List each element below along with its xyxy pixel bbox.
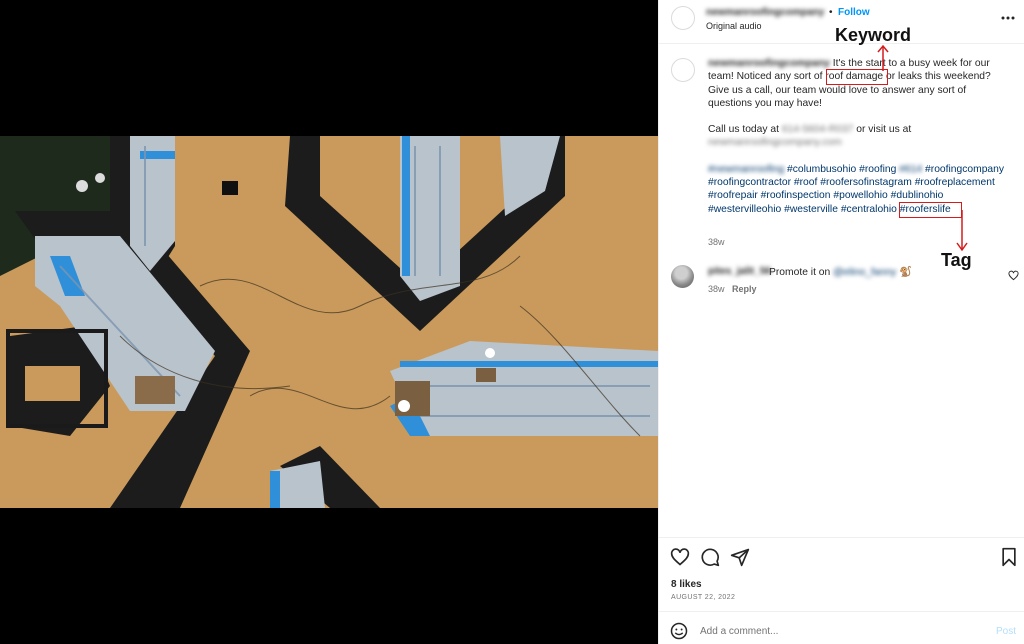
hashtag-link[interactable]: #columbusohio (787, 164, 856, 175)
roof-aerial-frame (0, 136, 658, 508)
caption-phone: 614-5604-R037 (781, 124, 854, 136)
caption-website: newmanroofingcompany.com (708, 137, 842, 149)
arrow-up-icon (877, 44, 889, 71)
heart-icon[interactable] (670, 547, 690, 567)
hashtag-link[interactable]: #roofing (859, 164, 896, 175)
follow-button[interactable]: Follow (838, 7, 870, 18)
comment-text: Promote it on @elino_fanny 🐒 (769, 265, 912, 278)
hashtag-link[interactable]: #roofingcompany (925, 164, 1004, 175)
hashtag-link-centralohio[interactable]: #centralohio (841, 204, 897, 215)
post-comment-button[interactable]: Post (996, 626, 1016, 637)
comment-body: Promote it on (769, 267, 834, 278)
separator-dot: • (829, 7, 833, 18)
audio-label[interactable]: Original audio (706, 21, 762, 31)
comment-mention[interactable]: @elino_fanny (833, 267, 896, 278)
hashtag-link[interactable]: #614 (899, 164, 922, 175)
media-pane (0, 0, 658, 644)
hashtag-link[interactable]: #newmanroofing (708, 164, 784, 175)
keyword-annotation-label: Keyword (835, 25, 912, 45)
comment-reply-button[interactable]: Reply (732, 284, 757, 294)
author-avatar[interactable] (671, 6, 695, 30)
caption-call-prefix: Call us today at (708, 124, 782, 136)
divider (659, 611, 1024, 612)
hashtag-link[interactable]: #roofingcontractor (708, 177, 791, 188)
commenter-avatar[interactable] (671, 265, 694, 288)
caption-author-avatar[interactable] (671, 58, 695, 82)
comment-emoji: 🐒 (899, 267, 912, 278)
post-video[interactable] (0, 136, 658, 508)
hashtag-list: #newmanroofing #columbusohio #roofing #6… (708, 163, 1008, 216)
paper-plane-icon[interactable] (730, 547, 750, 567)
hashtag-link[interactable]: #roofinspection (761, 190, 831, 201)
likes-count[interactable]: 8 likes (671, 579, 702, 590)
more-horizontal-icon[interactable] (999, 9, 1017, 27)
arrow-down-icon (956, 210, 968, 252)
caption-author[interactable]: newmanroofingcompany (708, 58, 830, 69)
divider (659, 537, 1024, 538)
heart-icon[interactable] (1008, 270, 1019, 281)
add-comment-input[interactable] (700, 622, 970, 640)
comment-bubble-icon[interactable] (700, 547, 720, 567)
hashtag-link[interactable]: #roofreplacement (915, 177, 995, 188)
hashtag-link[interactable]: #westerville (784, 204, 838, 215)
caption-timestamp[interactable]: 38w (708, 237, 725, 247)
caption-visit-text: or visit us at (853, 124, 912, 136)
hashtag-link[interactable]: #roofersofinstagram (820, 177, 912, 188)
hashtag-link[interactable]: #westervilleohio (708, 204, 781, 215)
author-username[interactable]: newmanroofingcompany (706, 7, 824, 18)
hashtag-link[interactable]: #roofrepair (708, 190, 758, 201)
hashtag-link[interactable]: #roof (794, 177, 817, 188)
hashtag-link[interactable]: #powellohio (833, 190, 887, 201)
commenter-username[interactable]: pites_jalit_56 (708, 266, 771, 277)
bookmark-icon[interactable] (999, 547, 1019, 567)
post-details-panel: newmanroofingcompany • Follow Original a… (658, 0, 1024, 644)
tag-annotation-label: Tag (941, 250, 972, 270)
instagram-post-view: newmanroofingcompany • Follow Original a… (0, 0, 1024, 644)
hashtag-link[interactable]: #dublinohio (891, 190, 944, 201)
smiley-icon[interactable] (670, 622, 688, 640)
post-date[interactable]: AUGUST 22, 2022 (671, 594, 735, 601)
comment-timestamp[interactable]: 38w (708, 284, 725, 294)
